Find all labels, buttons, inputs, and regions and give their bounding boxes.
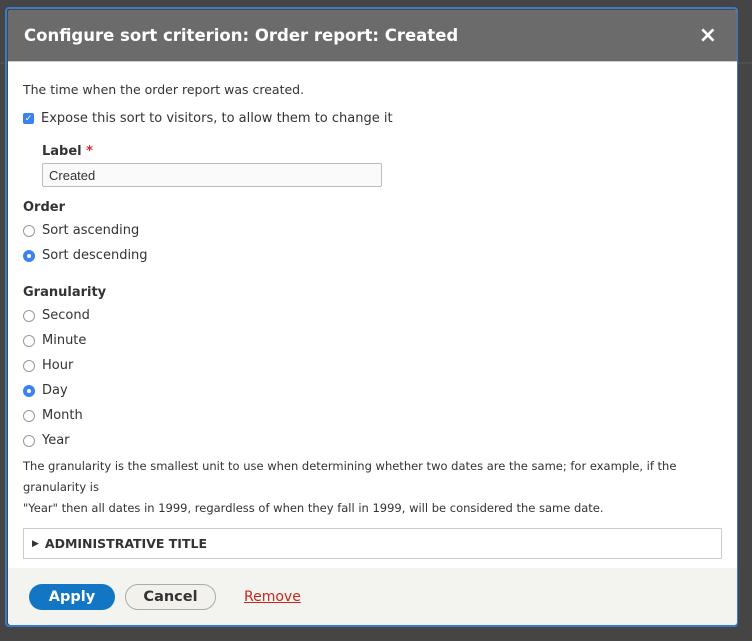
- radio-icon[interactable]: [23, 309, 35, 322]
- label-input[interactable]: [42, 163, 382, 187]
- apply-button[interactable]: Apply: [29, 583, 115, 610]
- granularity-option-month[interactable]: Month: [23, 403, 722, 428]
- expose-sort-label: Expose this sort to visitors, to allow t…: [41, 111, 393, 126]
- radio-icon[interactable]: [23, 409, 35, 422]
- sort-description: The time when the order report was creat…: [23, 82, 305, 97]
- radio-label: Day: [42, 383, 68, 398]
- radio-selected-icon[interactable]: [23, 384, 35, 397]
- radio-label: Second: [42, 308, 90, 323]
- granularity-option-hour[interactable]: Hour: [23, 353, 722, 378]
- radio-icon[interactable]: [23, 359, 35, 372]
- order-option-sort-descending[interactable]: Sort descending: [23, 243, 722, 268]
- dialog-titlebar: Configure sort criterion: Order report: …: [8, 10, 737, 62]
- dialog-footer: Apply Cancel Remove: [8, 568, 737, 625]
- radio-label: Year: [42, 433, 70, 448]
- order-option-sort-ascending[interactable]: Sort ascending: [23, 218, 722, 243]
- granularity-option-second[interactable]: Second: [23, 303, 722, 328]
- radio-label: Hour: [42, 358, 74, 373]
- radio-selected-icon[interactable]: [23, 249, 35, 262]
- granularity-help: The granularity is the smallest unit to …: [23, 459, 677, 515]
- radio-label: Month: [42, 408, 83, 423]
- dialog-title: Configure sort criterion: Order report: …: [24, 26, 459, 45]
- expose-sort-checkbox-row[interactable]: ✓ Expose this sort to visitors, to allow…: [23, 111, 722, 126]
- radio-label: Sort ascending: [42, 223, 140, 238]
- remove-link[interactable]: Remove: [244, 589, 301, 605]
- radio-label: Minute: [42, 333, 87, 348]
- granularity-option-minute[interactable]: Minute: [23, 328, 722, 353]
- radio-icon[interactable]: [23, 224, 35, 237]
- order-heading: Order: [23, 200, 65, 215]
- granularity-option-day[interactable]: Day: [23, 378, 722, 403]
- checkbox-checked-icon[interactable]: ✓: [23, 113, 34, 124]
- radio-icon[interactable]: [23, 434, 35, 447]
- radio-icon[interactable]: [23, 334, 35, 347]
- required-marker: *: [86, 144, 93, 159]
- administrative-title-toggle[interactable]: ▶ ADMINISTRATIVE TITLE: [23, 528, 722, 559]
- granularity-heading: Granularity: [23, 285, 107, 300]
- radio-label: Sort descending: [42, 248, 148, 263]
- label-field-label: Label *: [42, 144, 93, 159]
- close-icon[interactable]: ×: [699, 23, 717, 48]
- triangle-right-icon: ▶: [32, 538, 39, 549]
- granularity-option-year[interactable]: Year: [23, 428, 722, 453]
- configure-sort-dialog: Configure sort criterion: Order report: …: [8, 10, 737, 625]
- cancel-button[interactable]: Cancel: [125, 583, 216, 610]
